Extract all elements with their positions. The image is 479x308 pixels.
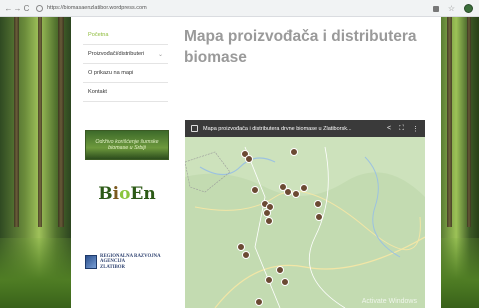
- agency-emblem-icon: [85, 255, 97, 269]
- banner-text: Održivo korišćenje šumske biomase u Srbi…: [95, 138, 159, 151]
- map-marker[interactable]: [237, 243, 245, 251]
- bookmark-star-icon[interactable]: ☆: [448, 0, 455, 17]
- address-bar[interactable]: https://biomasaenzlatibor.wordpress.com: [36, 3, 416, 14]
- map-header: Mapa proizvođača i distributera drvne bi…: [185, 120, 425, 137]
- menu-item-label: Početna: [88, 32, 109, 38]
- page-title: Mapa proizvođača i distributera biomase: [184, 28, 417, 67]
- forest-background-right: [441, 17, 479, 308]
- embedded-map[interactable]: Mapa proizvođača i distributera drvne bi…: [185, 120, 425, 308]
- map-marker[interactable]: [263, 209, 271, 217]
- map-marker[interactable]: [265, 217, 273, 225]
- map-marker[interactable]: [314, 200, 322, 208]
- map-layers-icon[interactable]: [191, 125, 198, 132]
- reload-icon[interactable]: C: [22, 0, 31, 17]
- map-marker[interactable]: [292, 190, 300, 198]
- share-icon[interactable]: <: [387, 125, 391, 132]
- back-icon[interactable]: ←: [4, 0, 13, 17]
- activate-windows-watermark: Activate Windows: [361, 298, 417, 305]
- more-vert-icon[interactable]: ⋮: [412, 125, 419, 133]
- menu-item-pocetna[interactable]: Početna: [83, 26, 168, 45]
- menu-item-proizvodjaci[interactable]: Proizvođači/distributeri ⌄: [83, 45, 168, 64]
- menu-item-label: Proizvođači/distributeri: [88, 51, 145, 57]
- menu-item-o-prikazu[interactable]: O prikazu na mapi: [83, 64, 168, 83]
- map-marker[interactable]: [251, 186, 259, 194]
- map-marker[interactable]: [242, 251, 250, 259]
- bioen-logo[interactable]: Bi o En: [85, 179, 169, 209]
- extension-icon[interactable]: [432, 5, 439, 12]
- map-marker[interactable]: [284, 188, 292, 196]
- browser-toolbar: ← → C https://biomasaenzlatibor.wordpres…: [0, 0, 479, 17]
- url-text[interactable]: https://biomasaenzlatibor.wordpress.com: [47, 5, 147, 11]
- chevron-down-icon[interactable]: ⌄: [158, 51, 163, 58]
- map-marker[interactable]: [290, 148, 298, 156]
- menu-item-label: Kontakt: [88, 89, 107, 95]
- map-title[interactable]: Mapa proizvođača i distributera drvne bi…: [203, 126, 373, 132]
- map-marker[interactable]: [315, 213, 323, 221]
- map-marker[interactable]: [255, 298, 263, 306]
- page-content: Početna Proizvođači/distributeri ⌄ O pri…: [71, 17, 441, 308]
- menu-item-label: O prikazu na mapi: [88, 70, 134, 76]
- main-menu: Početna Proizvođači/distributeri ⌄ O pri…: [83, 26, 168, 102]
- forest-background-left: [0, 17, 71, 308]
- agency-logo[interactable]: REGIONALNA RAZVOJNA AGENCIJA ZLATIBOR: [85, 247, 169, 277]
- map-marker[interactable]: [245, 155, 253, 163]
- biomass-banner[interactable]: Održivo korišćenje šumske biomase u Srbi…: [85, 130, 169, 160]
- map-marker[interactable]: [265, 276, 273, 284]
- map-marker[interactable]: [276, 266, 284, 274]
- agency-line: ZLATIBOR: [100, 264, 125, 270]
- menu-item-kontakt[interactable]: Kontakt: [83, 83, 168, 102]
- profile-avatar[interactable]: [464, 4, 473, 13]
- map-canvas[interactable]: [185, 137, 425, 308]
- info-icon[interactable]: [36, 4, 43, 12]
- forward-icon[interactable]: →: [13, 0, 22, 17]
- map-marker[interactable]: [300, 184, 308, 192]
- fullscreen-icon[interactable]: ⛶: [399, 125, 404, 133]
- map-marker[interactable]: [281, 278, 289, 286]
